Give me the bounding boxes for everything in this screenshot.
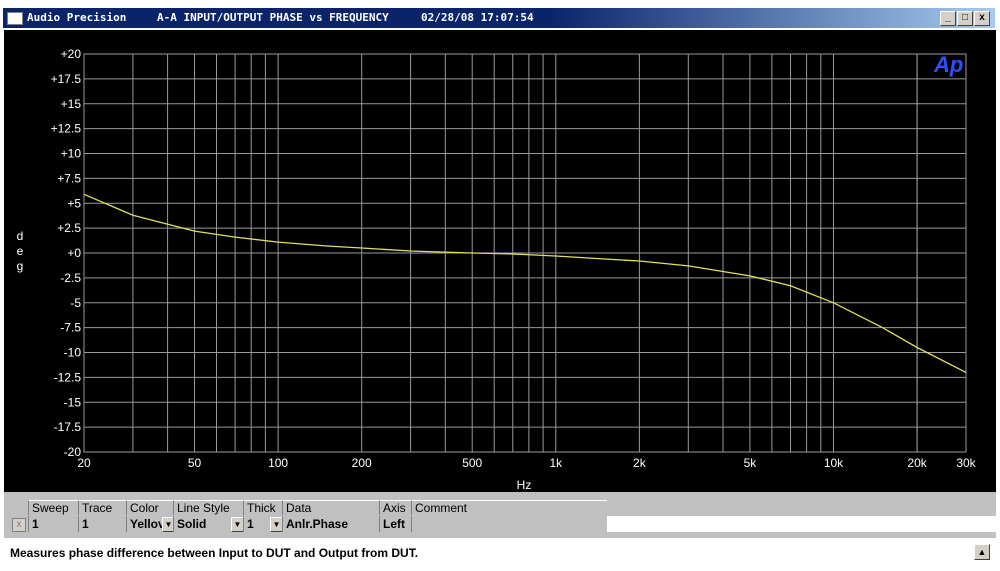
x-axis-ticks: 20 50 100 200 500 1k 2k 5k 10k 20k 30k (77, 456, 976, 470)
timestamp: 02/28/08 17:07:54 (421, 11, 534, 24)
cell-line-style[interactable]: Solid (173, 516, 231, 532)
x-tick-label: 500 (462, 456, 482, 470)
window-icon[interactable] (7, 12, 23, 25)
cell-axis[interactable]: Left (379, 516, 411, 532)
header-comment[interactable]: Comment (411, 500, 607, 515)
x-tick-label: 5k (744, 456, 758, 470)
y-tick-label: +12.5 (51, 122, 82, 136)
header-trace[interactable]: Trace (78, 500, 126, 515)
ap-logo: Ap (933, 52, 963, 77)
y-tick-label: +20 (61, 47, 82, 61)
title-bar[interactable]: Audio Precision A-A INPUT/OUTPUT PHASE v… (0, 0, 1000, 30)
y-tick-label: +5 (67, 196, 81, 210)
x-tick-label: 20 (77, 456, 91, 470)
x-tick-label: 2k (633, 456, 647, 470)
header-color[interactable]: Color (126, 500, 173, 515)
y-tick-label: -2.5 (60, 271, 81, 285)
cell-data[interactable]: Anlr.Phase (282, 516, 379, 532)
trace-table: Sweep Trace Color Line Style Thick Data … (4, 492, 996, 538)
x-tick-label: 30k (956, 456, 976, 470)
y-tick-label: -15 (64, 395, 82, 409)
y-tick-label: +7.5 (57, 171, 81, 185)
y-tick-label: -10 (64, 346, 82, 360)
chart-grid (83, 53, 967, 453)
table-empty-area (607, 516, 996, 532)
header-sweep[interactable]: Sweep (28, 500, 78, 515)
app-name: Audio Precision (27, 11, 127, 24)
header-data[interactable]: Data (282, 500, 379, 515)
y-tick-label: -12.5 (54, 370, 82, 384)
x-tick-label: 20k (907, 456, 927, 470)
cell-sweep[interactable]: 1 (28, 516, 78, 532)
y-tick-label: -5 (70, 296, 81, 310)
y-tick-label: -7.5 (60, 321, 81, 335)
y-tick-label: +15 (61, 97, 82, 111)
phase-chart: +20 +17.5 +15 +12.5 +10 +7.5 +5 +2.5 +0 -2.5 -5 -7.… (17, 47, 977, 492)
status-text: Measures phase difference between Input … (10, 546, 419, 560)
header-line-style[interactable]: Line Style (173, 500, 243, 515)
cell-color[interactable]: Yellov (126, 516, 162, 532)
x-tick-label: 50 (188, 456, 202, 470)
x-tick-label: 200 (352, 456, 372, 470)
x-tick-label: 10k (824, 456, 844, 470)
x-tick-label: 1k (549, 456, 563, 470)
y-tick-label: +17.5 (51, 72, 82, 86)
y-tick-label: -17.5 (54, 420, 82, 434)
cell-thick[interactable]: 1 (243, 516, 270, 532)
y-tick-label: +2.5 (57, 221, 81, 235)
cell-comment[interactable] (411, 516, 607, 532)
x-tick-label: 100 (268, 456, 288, 470)
restore-button[interactable]: □ (957, 11, 973, 26)
scroll-up-button[interactable]: ▲ (974, 544, 990, 560)
status-bar: Measures phase difference between Input … (4, 540, 996, 571)
y-axis-ticks: +20 +17.5 +15 +12.5 +10 +7.5 +5 +2.5 +0 -2.5 -5 -7.… (51, 47, 82, 459)
cell-trace[interactable]: 1 (78, 516, 126, 532)
graph-panel: +20 +17.5 +15 +12.5 +10 +7.5 +5 +2.5 +0 -2.5 -5 -7.… (4, 30, 996, 492)
header-axis[interactable]: Axis (379, 500, 411, 515)
graph-title: A-A INPUT/OUTPUT PHASE vs FREQUENCY (157, 11, 389, 24)
header-thick[interactable]: Thick (243, 500, 282, 515)
x-axis-label: Hz (517, 478, 532, 492)
trace-enable-checkbox[interactable]: x (12, 518, 26, 532)
y-tick-label: +0 (67, 246, 81, 260)
close-button[interactable]: x (974, 11, 990, 26)
y-tick-label: +10 (61, 147, 82, 161)
minimize-button[interactable]: _ (940, 11, 956, 26)
y-axis-label: deg (17, 229, 24, 273)
